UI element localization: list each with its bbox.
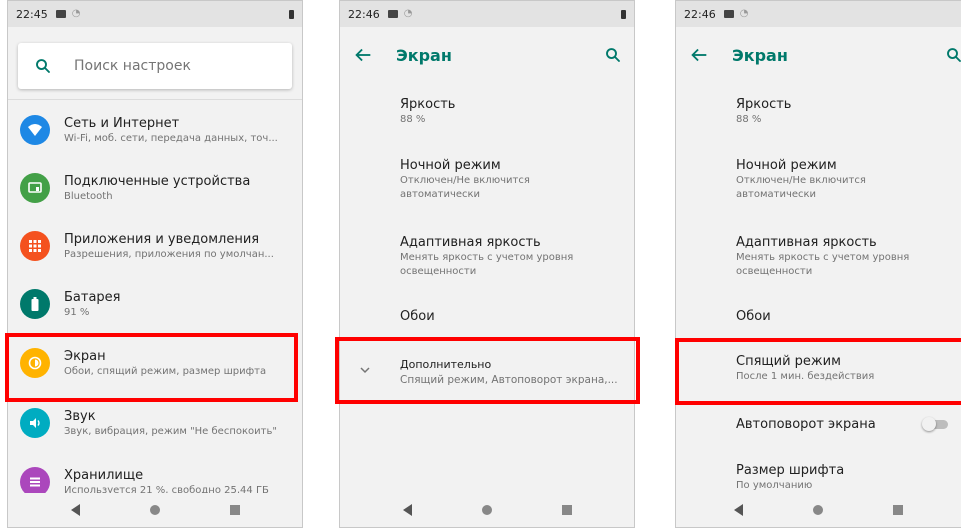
- item-title: Батарея: [64, 289, 121, 305]
- item-title: Обои: [736, 309, 771, 324]
- status-time: 22:46: [348, 7, 380, 21]
- item-title: Звук: [64, 408, 96, 424]
- settings-main-screen: 22:45 ◔ Поиск настроек Сеть и Интернет W…: [7, 0, 303, 528]
- settings-item-sound[interactable]: Звук Звук, вибрация, режим "Не беспокоит…: [20, 398, 294, 448]
- divider: [8, 99, 302, 100]
- toolbar: Экран: [676, 27, 961, 83]
- settings-item-network[interactable]: Сеть и Интернет Wi-Fi, моб. сети, переда…: [20, 105, 294, 155]
- wifi-status-icon: ◔: [71, 8, 81, 19]
- display-settings-expanded-screen: 22:46 ◔ Экран Яркость 88 % Ночной режим …: [675, 0, 961, 528]
- settings-item-connected-devices[interactable]: Подключенные устройства Bluetooth: [20, 163, 294, 213]
- volume-icon: [20, 408, 50, 438]
- status-bar: 22:46 ◔: [676, 1, 961, 27]
- status-bar: 22:45 ◔: [8, 1, 302, 27]
- item-title: Ночной режим: [736, 158, 837, 173]
- toolbar: Экран: [340, 27, 634, 83]
- item-subtitle: 88 %: [736, 114, 762, 125]
- notification-icon: [723, 10, 734, 18]
- status-bar: 22:46 ◔: [340, 1, 634, 27]
- settings-item-battery[interactable]: Батарея 91 %: [20, 279, 294, 329]
- item-subtitle: По умолчанию: [736, 480, 813, 491]
- settings-item-apps[interactable]: Приложения и уведомления Разрешения, при…: [20, 221, 294, 271]
- item-subtitle: Bluetooth: [64, 190, 113, 202]
- status-time: 22:46: [684, 7, 716, 21]
- settings-item-wallpaper[interactable]: Обои: [736, 308, 949, 325]
- item-title: Подключенные устройства: [64, 173, 251, 189]
- home-nav-icon[interactable]: [481, 505, 492, 515]
- search-icon[interactable]: [945, 46, 961, 64]
- item-subtitle: Менять яркость с учетом уровня освещенно…: [400, 252, 574, 277]
- settings-item-auto-rotate[interactable]: Автоповорот экрана: [736, 416, 949, 433]
- status-time: 22:45: [16, 7, 48, 21]
- item-title: Сеть и Интернет: [64, 115, 180, 131]
- settings-item-font-size[interactable]: Размер шрифта По умолчанию: [736, 462, 949, 493]
- notification-icon: [387, 10, 398, 18]
- search-icon[interactable]: [604, 46, 622, 64]
- item-title: Адаптивная яркость: [400, 235, 541, 250]
- navigation-bar: [340, 493, 634, 527]
- item-title: Приложения и уведомления: [64, 231, 260, 247]
- home-nav-icon[interactable]: [149, 505, 160, 515]
- item-subtitle: Разрешения, приложения по умолчан...: [64, 248, 274, 260]
- search-settings-field[interactable]: Поиск настроек: [18, 43, 292, 89]
- back-nav-icon[interactable]: [402, 504, 412, 516]
- back-arrow-icon[interactable]: [352, 44, 374, 66]
- devices-icon: [20, 173, 50, 203]
- settings-item-night-mode[interactable]: Ночной режим Отключен/Не включится автом…: [736, 157, 949, 202]
- item-title: Яркость: [736, 97, 792, 112]
- item-title: Автоповорот экрана: [736, 417, 876, 432]
- recents-nav-icon[interactable]: [229, 505, 240, 515]
- item-subtitle: Менять яркость с учетом уровня освещенно…: [736, 252, 910, 277]
- recents-nav-icon[interactable]: [561, 505, 572, 515]
- battery-status-icon: [289, 9, 294, 19]
- highlight-advanced-item: [335, 337, 640, 404]
- search-placeholder: Поиск настроек: [74, 58, 191, 74]
- item-subtitle: 88 %: [400, 114, 426, 125]
- page-title: Экран: [732, 45, 788, 65]
- navigation-bar: [676, 493, 961, 527]
- back-nav-icon[interactable]: [734, 504, 743, 516]
- notification-icon: [55, 10, 66, 18]
- toggle-thumb: [922, 417, 936, 431]
- apps-icon: [20, 231, 50, 261]
- item-title: Яркость: [400, 97, 456, 112]
- item-subtitle: 91 %: [64, 306, 90, 318]
- item-title: Адаптивная яркость: [736, 235, 877, 250]
- back-arrow-icon[interactable]: [688, 44, 710, 66]
- page-title: Экран: [396, 45, 452, 65]
- recents-nav-icon[interactable]: [893, 505, 903, 515]
- home-nav-icon[interactable]: [813, 505, 823, 515]
- settings-item-adaptive-brightness[interactable]: Адаптивная яркость Менять яркость с учет…: [400, 234, 622, 279]
- back-nav-icon[interactable]: [70, 504, 80, 516]
- search-icon: [36, 59, 50, 73]
- settings-item-brightness[interactable]: Яркость 88 %: [736, 96, 949, 127]
- settings-item-brightness[interactable]: Яркость 88 %: [400, 96, 622, 127]
- navigation-bar: [8, 493, 302, 527]
- item-subtitle: Отключен/Не включится автоматически: [400, 175, 530, 200]
- battery-status-icon: [621, 9, 626, 19]
- settings-item-adaptive-brightness[interactable]: Адаптивная яркость Менять яркость с учет…: [736, 234, 949, 279]
- highlight-sleep-item: [675, 338, 961, 405]
- wifi-icon: [20, 115, 50, 145]
- highlight-display-item: [5, 333, 298, 402]
- settings-item-night-mode[interactable]: Ночной режим Отключен/Не включится автом…: [400, 157, 622, 202]
- wifi-status-icon: ◔: [403, 8, 413, 19]
- item-title: Обои: [400, 309, 435, 324]
- item-title: Хранилище: [64, 467, 144, 483]
- battery-icon: [20, 289, 50, 319]
- item-title: Ночной режим: [400, 158, 501, 173]
- display-settings-screen: 22:46 ◔ Экран Яркость 88 % Ночной режим …: [339, 0, 635, 528]
- settings-item-wallpaper[interactable]: Обои: [400, 308, 622, 325]
- item-subtitle: Звук, вибрация, режим "Не беспокоить": [64, 425, 277, 437]
- item-subtitle: Отключен/Не включится автоматически: [736, 175, 866, 200]
- auto-rotate-toggle[interactable]: [922, 417, 950, 431]
- wifi-status-icon: ◔: [739, 8, 749, 19]
- item-subtitle: Wi-Fi, моб. сети, передача данных, точ..…: [64, 132, 278, 144]
- item-title: Размер шрифта: [736, 463, 845, 478]
